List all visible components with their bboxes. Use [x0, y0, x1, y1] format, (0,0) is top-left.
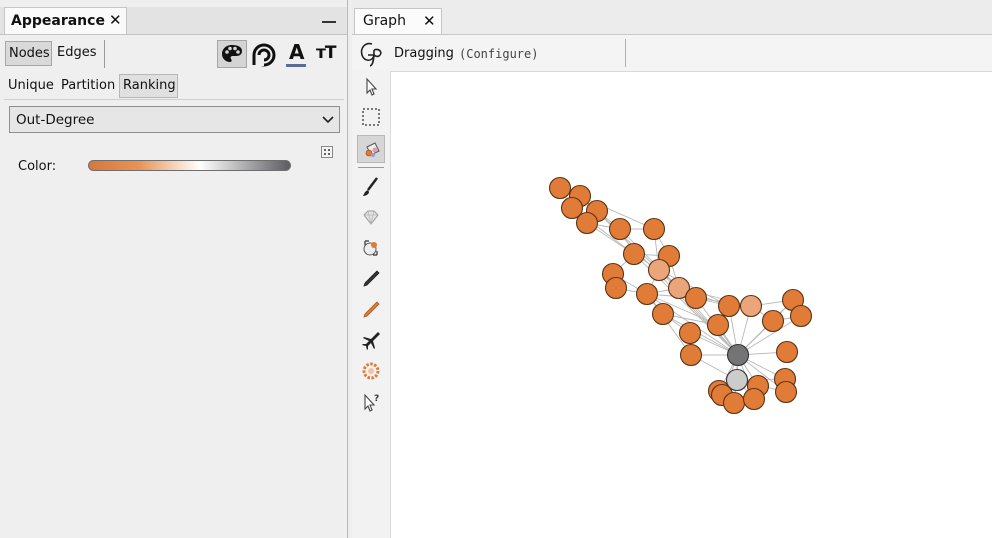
close-icon[interactable]: ✕ — [109, 11, 122, 29]
tool-shortest-path[interactable] — [357, 326, 385, 354]
label-size-transformer-button[interactable]: тT — [314, 40, 344, 68]
help-pointer-icon: ? — [364, 393, 379, 412]
nodes-tab[interactable]: Nodes — [5, 41, 52, 66]
graph-window: Graph ✕ Dragging (Configure) ? — [352, 0, 992, 538]
heatmap-icon — [362, 362, 380, 380]
tool-separator — [358, 167, 384, 168]
graph-node[interactable] — [775, 340, 799, 364]
graph-node[interactable] — [774, 380, 798, 404]
color-gradient-slider[interactable] — [88, 160, 291, 171]
graph-node[interactable] — [604, 276, 628, 300]
graph-node[interactable] — [622, 242, 646, 266]
chevron-down-icon — [322, 116, 334, 124]
graph-tab-title: Graph — [363, 13, 406, 29]
ranking-attribute-select[interactable]: Out-Degree — [9, 106, 340, 133]
minimize-icon[interactable] — [322, 21, 336, 23]
svg-text:?: ? — [374, 394, 379, 404]
graph-node[interactable] — [761, 309, 785, 333]
graph-node[interactable] — [742, 387, 766, 411]
divider — [4, 99, 344, 100]
gephi-logo-icon — [360, 42, 382, 67]
color-transformer-button[interactable] — [217, 40, 247, 68]
palette-icon — [222, 45, 242, 62]
graph-node[interactable] — [684, 286, 708, 310]
graph-node[interactable] — [647, 258, 671, 282]
label-color-transformer-button[interactable]: A — [282, 40, 312, 68]
label-size-icon: тT — [316, 43, 336, 63]
color-label: Color: — [18, 159, 57, 174]
tool-diamond[interactable] — [357, 204, 385, 232]
tab-ranking[interactable]: Ranking — [119, 74, 178, 98]
tool-rectangle-select[interactable] — [357, 103, 385, 131]
ranking-attribute-value: Out-Degree — [16, 112, 95, 128]
rectangle-select-icon — [362, 108, 380, 126]
graph-node[interactable] — [726, 343, 750, 367]
size-icon — [252, 43, 276, 67]
tool-pencil[interactable] — [357, 265, 385, 293]
graph-tab[interactable]: Graph ✕ — [354, 8, 442, 34]
graph-node[interactable] — [608, 217, 632, 241]
tool-select[interactable] — [357, 73, 385, 101]
tab-partition[interactable]: Partition — [61, 78, 115, 93]
configure-link[interactable]: (Configure) — [459, 47, 538, 61]
pointer-icon — [366, 77, 378, 96]
graph-node[interactable] — [717, 294, 741, 318]
graph-node[interactable] — [575, 211, 599, 235]
graph-node[interactable] — [651, 302, 675, 326]
graph-nodes — [548, 176, 813, 415]
graph-node[interactable] — [548, 176, 572, 200]
appearance-panel: Appearance ✕ Nodes Edges A тT Unique Par… — [0, 0, 348, 538]
tool-edge-pencil[interactable] — [357, 296, 385, 324]
graph-node[interactable] — [679, 343, 703, 367]
graph-node[interactable] — [789, 304, 813, 328]
size-transformer-button[interactable] — [250, 40, 280, 68]
tab-unique[interactable]: Unique — [8, 78, 54, 93]
tool-heatmap[interactable] — [357, 357, 385, 385]
graph-canvas[interactable] — [391, 72, 992, 538]
edge-pencil-icon — [363, 301, 380, 318]
node-size-icon — [363, 240, 378, 256]
toolbar-separator — [625, 39, 626, 67]
appearance-tab-bar: Appearance ✕ — [0, 7, 347, 35]
toolbar-separator — [104, 40, 105, 68]
label-color-underline — [286, 64, 306, 67]
mode-label: Dragging — [394, 46, 454, 61]
graph-node[interactable] — [739, 294, 763, 318]
pencil-icon — [363, 270, 380, 287]
tool-node-size[interactable] — [357, 234, 385, 262]
gradient-palette-icon[interactable] — [321, 146, 333, 158]
label-color-icon: A — [289, 40, 305, 64]
brush-icon — [363, 177, 378, 196]
appearance-tab-title: Appearance — [11, 13, 105, 29]
paint-bucket-icon — [365, 142, 380, 157]
graph-node[interactable] — [678, 321, 702, 345]
edges-tab[interactable]: Edges — [55, 41, 100, 66]
graph-node[interactable] — [642, 217, 666, 241]
graph-tab-bar: Graph ✕ — [352, 0, 992, 35]
close-icon[interactable]: ✕ — [423, 12, 436, 30]
graph-node[interactable] — [635, 282, 659, 306]
graph-node[interactable] — [722, 391, 746, 415]
airplane-icon — [362, 332, 380, 350]
graph-toolbar: Dragging (Configure) — [352, 35, 992, 72]
diamond-icon — [363, 210, 379, 225]
tool-drag[interactable] — [357, 135, 385, 163]
tool-edit[interactable]: ? — [357, 388, 385, 416]
graph-node[interactable] — [706, 313, 730, 337]
graph-tool-strip: ? — [352, 71, 391, 538]
appearance-tab[interactable]: Appearance ✕ — [4, 7, 127, 34]
tool-brush[interactable] — [357, 173, 385, 201]
